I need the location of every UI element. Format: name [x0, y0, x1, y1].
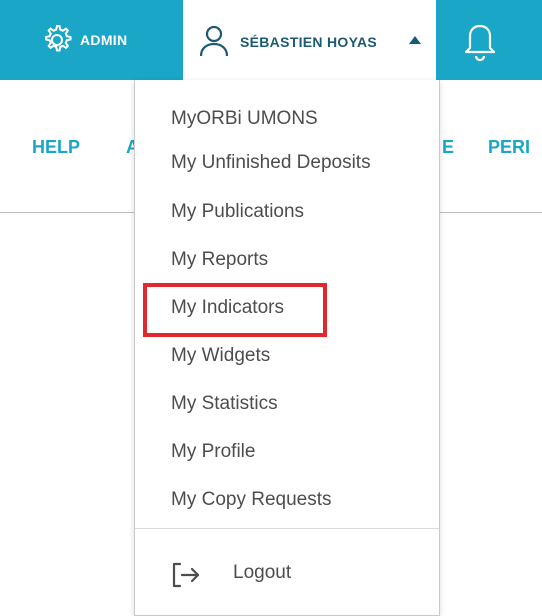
- logout-button[interactable]: Logout: [233, 562, 291, 584]
- logout-icon[interactable]: [171, 562, 201, 593]
- menu-item-reports[interactable]: My Reports: [171, 249, 268, 271]
- menu-item-profile[interactable]: My Profile: [171, 441, 255, 463]
- caret-up-icon: [409, 36, 421, 44]
- user-icon: [198, 24, 230, 63]
- admin-label: ADMIN: [80, 32, 128, 48]
- highlight-box: [143, 283, 327, 337]
- menu-item-unfinished-deposits[interactable]: My Unfinished Deposits: [171, 152, 371, 174]
- menu-item-statistics[interactable]: My Statistics: [171, 393, 278, 415]
- nav-help[interactable]: HELP: [32, 137, 80, 158]
- menu-item-copy-requests[interactable]: My Copy Requests: [171, 489, 332, 511]
- admin-button[interactable]: ADMIN: [40, 0, 127, 80]
- nav-item-partial[interactable]: PERI: [488, 137, 530, 158]
- user-dropdown-menu: MyORBi UMONS My Unfinished Deposits My P…: [134, 80, 440, 616]
- nav-item-partial[interactable]: E: [442, 137, 454, 158]
- gear-icon: [40, 23, 74, 57]
- top-bar: ADMIN SÉBASTIEN HOYAS: [0, 0, 542, 80]
- bell-icon[interactable]: [462, 22, 498, 67]
- menu-item-widgets[interactable]: My Widgets: [171, 345, 270, 367]
- user-name: SÉBASTIEN HOYAS: [240, 34, 378, 50]
- menu-item-myorbi[interactable]: MyORBi UMONS: [171, 108, 318, 130]
- menu-item-publications[interactable]: My Publications: [171, 201, 304, 223]
- user-menu-toggle[interactable]: SÉBASTIEN HOYAS: [183, 0, 436, 80]
- menu-divider: [135, 528, 439, 529]
